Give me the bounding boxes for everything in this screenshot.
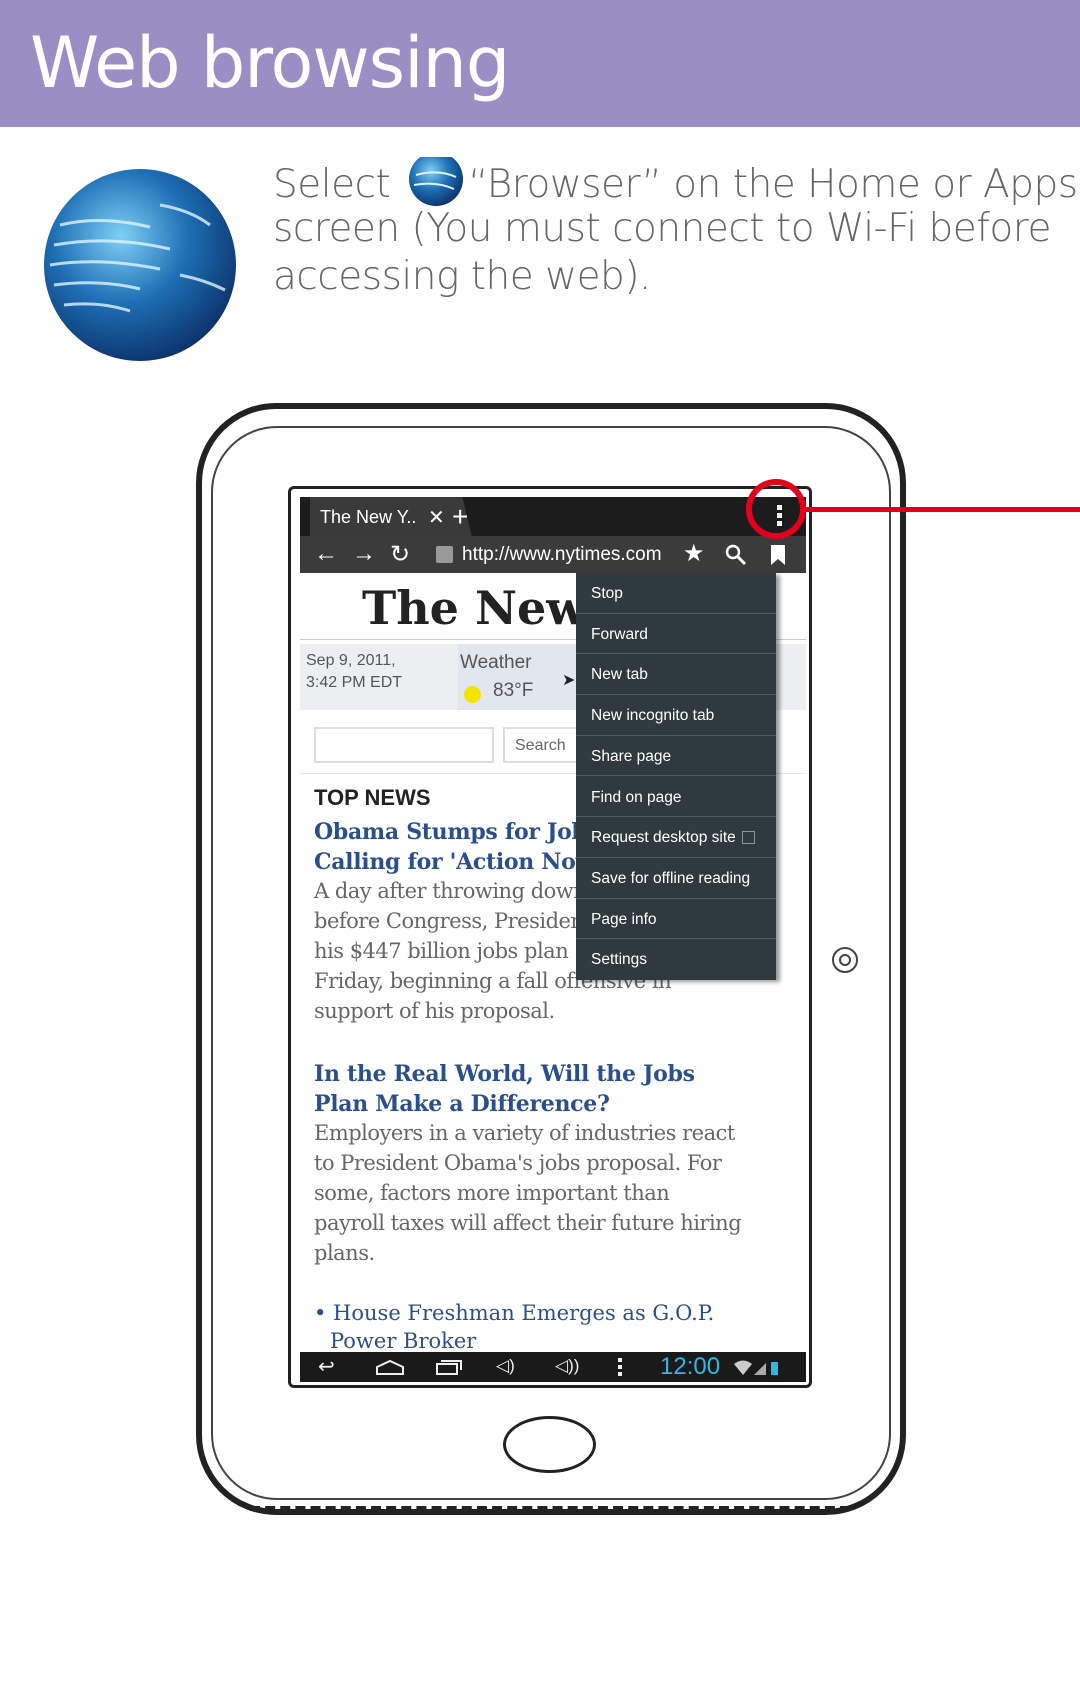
search-button[interactable]: Search <box>503 727 581 763</box>
menu-item-new-tab[interactable]: New tab <box>576 654 776 696</box>
tablet-edge <box>250 1503 850 1511</box>
story-2-text: plans. <box>314 1241 375 1265</box>
menu-label: New incognito tab <box>591 707 715 725</box>
camera-icon <box>832 947 858 973</box>
bookmarks-icon[interactable] <box>770 544 786 566</box>
story-2-text: some, factors more important than <box>314 1181 670 1205</box>
recent-apps-icon[interactable] <box>435 1358 463 1376</box>
intro-browser: “Browser” on the Home or Apps <box>468 162 1078 207</box>
headline-2-line-1[interactable]: In the Real World, Will the Jobs <box>314 1061 695 1087</box>
time-text: 3:42 PM EDT <box>306 674 403 691</box>
wifi-signal-battery-icon <box>734 1360 778 1375</box>
intro-line-2: screen (You must connect to Wi-Fi before <box>273 206 1051 251</box>
tab-title: The New Y.. <box>320 507 417 527</box>
menu-item-request-desktop-site[interactable]: Request desktop site <box>576 817 776 858</box>
intro-line-3: accessing the web). <box>273 254 651 299</box>
arrow-icon: ➤ <box>562 672 576 689</box>
menu-label: Share page <box>591 747 672 765</box>
story-1-text: before Congress, President <box>314 909 592 933</box>
volume-down-icon[interactable]: ◁) <box>496 1356 515 1376</box>
headline-link[interactable]: Power Broker <box>330 1329 476 1352</box>
home-button[interactable] <box>503 1416 596 1473</box>
headline-1-line-1[interactable]: Obama Stumps for Jobs <box>314 819 599 845</box>
story-2-text: Employers in a variety of industries rea… <box>314 1121 735 1145</box>
highlight-circle <box>746 479 806 539</box>
browser-app-icon <box>409 152 464 206</box>
story-1-text: his $447 billion jobs plan <box>314 939 569 963</box>
home-nav-icon[interactable] <box>375 1359 405 1375</box>
new-tab-button[interactable]: + <box>452 501 468 533</box>
system-nav-bar: ↩ ◁) ◁)) 12:00 <box>300 1352 806 1382</box>
story-2-text: to President Obama's jobs proposal. For <box>314 1151 722 1175</box>
callout-line <box>805 507 1080 512</box>
page-title: Web browsing <box>30 22 510 104</box>
url-input[interactable]: http://www.nytimes.com <box>462 544 662 566</box>
search-icon[interactable] <box>725 544 747 566</box>
menu-label: Stop <box>591 585 623 602</box>
favicon-icon <box>436 546 453 563</box>
menu-nav-icon[interactable] <box>618 1358 622 1376</box>
menu-label: New tab <box>591 666 648 684</box>
volume-up-icon[interactable]: ◁)) <box>555 1356 579 1376</box>
menu-item-settings[interactable]: Settings <box>576 939 776 980</box>
menu-label: Find on page <box>591 788 682 806</box>
header-band: Web browsing <box>0 0 1080 127</box>
status-clock: 12:00 <box>660 1353 721 1380</box>
url-bar: ← → ↻ http://www.nytimes.com ★ <box>300 536 806 573</box>
sun-icon <box>464 686 481 703</box>
story-1-text: A day after throwing down <box>314 879 587 903</box>
reload-icon[interactable]: ↻ <box>390 540 410 569</box>
desktop-site-checkbox[interactable] <box>742 831 755 845</box>
date-text: Sep 9, 2011, <box>306 652 396 669</box>
tablet-screen: The New Y.. ✕ + ← → ↻ http://www.nytimes… <box>288 486 812 1388</box>
temperature: 83°F <box>493 680 534 701</box>
story-2-text: payroll taxes will affect their future h… <box>314 1211 742 1235</box>
search-input[interactable] <box>314 727 494 763</box>
forward-icon[interactable]: → <box>352 540 376 568</box>
browser-globe-icon <box>44 169 236 361</box>
story-1-text: support of his proposal. <box>314 999 555 1023</box>
section-heading: TOP NEWS <box>314 785 431 810</box>
menu-item-forward[interactable]: Forward <box>576 614 776 655</box>
menu-item-share-page[interactable]: Share page <box>576 736 776 777</box>
menu-item-find-on-page[interactable]: Find on page <box>576 777 776 818</box>
tab-bar: The New Y.. ✕ + <box>300 497 806 537</box>
bookmark-star-icon[interactable]: ★ <box>683 539 705 568</box>
intro-line-1: Select “Browser” on the Home or Apps <box>273 152 1078 207</box>
intro-select: Select <box>273 162 391 207</box>
back-icon[interactable]: ← <box>314 540 338 568</box>
menu-label: Page info <box>591 910 657 928</box>
menu-label: Request desktop site <box>591 829 736 847</box>
weather-label[interactable]: Weather <box>460 652 531 674</box>
headline-2-line-2[interactable]: Plan Make a Difference? <box>314 1091 610 1117</box>
menu-item-stop[interactable]: Stop <box>576 573 776 614</box>
menu-item-page-info[interactable]: Page info <box>576 899 776 940</box>
menu-item-new-incognito-tab[interactable]: New incognito tab <box>576 695 776 736</box>
menu-label: Save for offline reading <box>591 869 751 887</box>
headline-link[interactable]: • House Freshman Emerges as G.O.P. <box>314 1301 714 1325</box>
close-tab-icon[interactable]: ✕ <box>428 505 445 530</box>
overflow-menu: Stop Forward New tab New incognito tab S… <box>576 573 776 980</box>
menu-label: Forward <box>591 625 648 643</box>
menu-label: Settings <box>591 951 648 969</box>
headline-1-line-2[interactable]: Calling for 'Action Now <box>314 849 594 875</box>
browser-tab[interactable]: The New Y.. ✕ <box>310 497 472 537</box>
menu-item-save-offline[interactable]: Save for offline reading <box>576 858 776 899</box>
back-nav-icon[interactable]: ↩ <box>318 1354 335 1379</box>
